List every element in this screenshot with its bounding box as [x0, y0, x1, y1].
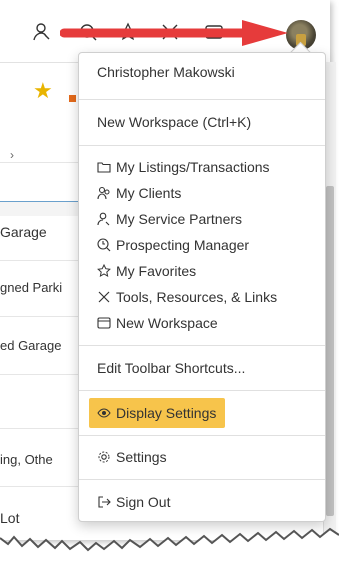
user-name: Christopher Makowski [97, 64, 235, 80]
list-item: Garage [0, 224, 47, 240]
menu-item-label: Prospecting Manager [116, 237, 250, 253]
menu-item-label: Sign Out [116, 494, 171, 510]
menu-divider [79, 479, 325, 480]
menu-item-label: Settings [116, 449, 167, 465]
row-divider [0, 428, 78, 429]
service-partner-icon [97, 211, 111, 226]
menu-item-new-workspace[interactable]: New Workspace [97, 313, 218, 333]
menu-item-sign-out[interactable]: Sign Out [97, 492, 170, 512]
menu-item-prospecting[interactable]: Prospecting Manager [97, 235, 249, 255]
menu-divider [79, 345, 325, 346]
tools-icon [97, 289, 111, 303]
background-list: › Garage gned Parki ed Garage ing, Othe … [0, 62, 80, 542]
torn-edge [0, 527, 339, 566]
menu-item-label: New Workspace [116, 315, 218, 331]
edit-toolbar-shortcuts-item[interactable]: Edit Toolbar Shortcuts... [97, 358, 245, 378]
menu-item-favorites[interactable]: My Favorites [97, 261, 196, 281]
menu-item-display-settings[interactable]: Display Settings [97, 403, 216, 423]
menu-divider [79, 145, 325, 146]
row-divider [0, 374, 78, 375]
row-divider [0, 316, 78, 317]
star-icon [97, 263, 111, 277]
menu-divider [79, 99, 325, 100]
annotation-arrow [60, 20, 288, 46]
list-item: ing, Othe [0, 452, 53, 467]
menu-item-label: My Listings/Transactions [116, 159, 270, 175]
row-divider [0, 260, 78, 261]
list-item: ed Garage [0, 338, 62, 353]
row-divider [0, 486, 78, 487]
menu-item-clients[interactable]: My Clients [97, 183, 181, 203]
menu-item-label: Display Settings [116, 405, 217, 421]
user-dropdown-menu: Christopher Makowski New Workspace (Ctrl… [78, 52, 326, 522]
users-icon [97, 185, 111, 200]
status-marker [69, 95, 76, 102]
menu-item-tools[interactable]: Tools, Resources, & Links [97, 287, 277, 307]
row-shade [0, 202, 78, 216]
menu-divider [79, 435, 325, 436]
menu-item-label: My Service Partners [116, 211, 243, 227]
chevron-right-icon: › [10, 148, 14, 162]
menu-item-label: Tools, Resources, & Links [116, 289, 278, 305]
favorite-star-icon[interactable]: ★ [33, 80, 53, 102]
user-icon[interactable] [32, 22, 52, 42]
menu-item-service-partners[interactable]: My Service Partners [97, 209, 242, 229]
menu-item-settings[interactable]: Settings [97, 447, 167, 467]
gear-icon [97, 449, 111, 463]
menu-item-label: My Favorites [116, 263, 197, 279]
row-divider [0, 162, 78, 163]
workspace-icon [97, 315, 111, 329]
clock-search-icon [97, 237, 111, 252]
eye-icon [97, 405, 111, 419]
menu-item-listings[interactable]: My Listings/Transactions [97, 157, 270, 177]
menu-divider [79, 390, 325, 391]
list-item: gned Parki [0, 280, 63, 295]
scrollbar-thumb[interactable] [326, 186, 334, 516]
new-workspace-shortcut-item[interactable]: New Workspace (Ctrl+K) [97, 112, 251, 132]
folder-icon [97, 159, 111, 173]
sign-out-icon [97, 494, 111, 508]
menu-item-label: My Clients [116, 185, 182, 201]
